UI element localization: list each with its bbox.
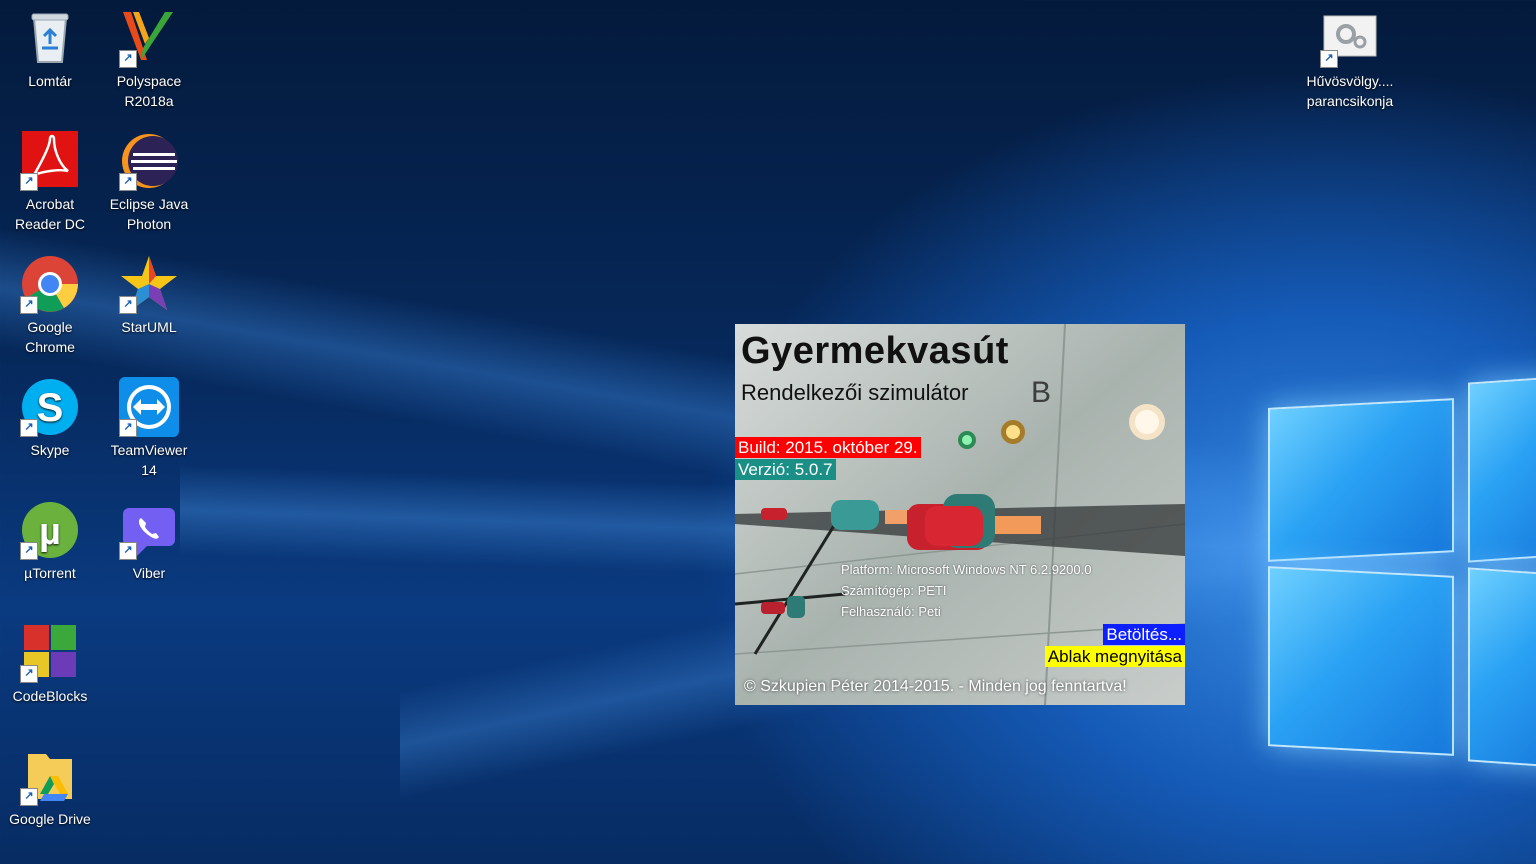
opening-window-status: Ablak megnyitása bbox=[1044, 646, 1185, 667]
chrome-icon: ↗ bbox=[20, 254, 80, 314]
panel-letter: B bbox=[1031, 376, 1052, 409]
app-subtitle: Rendelkezői szimulátor bbox=[741, 380, 969, 405]
windows-logo-pane bbox=[1268, 398, 1454, 562]
desktop-icon-label: Skype bbox=[30, 442, 70, 458]
shortcut-arrow-icon: ↗ bbox=[20, 419, 38, 437]
staruml-icon: ↗ bbox=[119, 254, 179, 314]
windows-logo-wallpaper bbox=[1262, 375, 1536, 769]
desktop-icon-label: CodeBlocks bbox=[12, 688, 88, 704]
viber-icon: ↗ bbox=[119, 500, 179, 560]
codeblocks-icon: ↗ bbox=[20, 623, 80, 683]
shortcut-arrow-icon: ↗ bbox=[119, 296, 137, 314]
shortcut-arrow-icon: ↗ bbox=[20, 542, 38, 560]
version-badge: Verzió: 5.0.7 bbox=[735, 459, 836, 480]
desktop-icon-label: StarUML bbox=[121, 319, 177, 335]
platform-info: Platform: Microsoft Windows NT 6.2.9200.… bbox=[841, 562, 1092, 577]
windows-logo-pane bbox=[1468, 567, 1536, 769]
desktop-icon-label: Hűvösvölgy.... parancsikonja bbox=[1306, 73, 1394, 109]
windows-logo-pane bbox=[1268, 566, 1454, 756]
shortcut-arrow-icon: ↗ bbox=[1320, 50, 1338, 68]
desktop-icon-utorrent[interactable]: µ ↗ µTorrent bbox=[2, 500, 98, 583]
settings-shortcut-icon: ↗ bbox=[1320, 8, 1380, 68]
desktop-icon-teamviewer[interactable]: ↗ TeamViewer 14 bbox=[101, 377, 197, 480]
desktop-icon-staruml[interactable]: ↗ StarUML bbox=[101, 254, 197, 337]
desktop-icon-label: Polyspace R2018a bbox=[116, 73, 182, 109]
svg-text:µ: µ bbox=[39, 511, 61, 553]
desktop-icon-viber[interactable]: ↗ Viber bbox=[101, 500, 197, 583]
user-info: Felhasználó: Peti bbox=[841, 604, 941, 619]
windows-logo-pane bbox=[1468, 375, 1536, 563]
desktop-icon-settings-shortcut[interactable]: ↗ Hűvösvölgy.... parancsikonja bbox=[1302, 8, 1398, 111]
desktop-icon-label: Google Drive bbox=[9, 811, 91, 827]
svg-text:S: S bbox=[37, 386, 64, 430]
desktop-icon-label: Eclipse Java Photon bbox=[109, 196, 189, 232]
teamviewer-icon: ↗ bbox=[119, 377, 179, 437]
copyright-text: © Szkupien Péter 2014-2015. - Minden jog… bbox=[744, 678, 1127, 695]
desktop-icon-google-drive[interactable]: ↗ Google Drive bbox=[2, 746, 98, 829]
recycle-bin-icon bbox=[20, 8, 80, 68]
shortcut-arrow-icon: ↗ bbox=[119, 173, 137, 191]
desktop-icon-label: TeamViewer 14 bbox=[110, 442, 188, 478]
desktop-icon-label: Acrobat Reader DC bbox=[14, 196, 86, 232]
desktop-icon-label: Google Chrome bbox=[25, 319, 75, 355]
shortcut-arrow-icon: ↗ bbox=[119, 419, 137, 437]
polyspace-icon: ↗ bbox=[119, 8, 179, 68]
desktop-icon-chrome[interactable]: ↗ Google Chrome bbox=[2, 254, 98, 357]
loading-status: Betöltés... bbox=[1103, 624, 1185, 645]
desktop-icon-recycle-bin[interactable]: Lomtár bbox=[2, 8, 98, 91]
shortcut-arrow-icon: ↗ bbox=[20, 296, 38, 314]
acrobat-icon: ↗ bbox=[20, 131, 80, 191]
google-drive-icon: ↗ bbox=[20, 746, 80, 806]
desktop-icon-skype[interactable]: S ↗ Skype bbox=[2, 377, 98, 460]
skype-icon: S ↗ bbox=[20, 377, 80, 437]
utorrent-icon: µ ↗ bbox=[20, 500, 80, 560]
desktop-icon-label: Viber bbox=[132, 565, 166, 581]
desktop-icon-label: µTorrent bbox=[24, 565, 76, 581]
eclipse-icon: ↗ bbox=[119, 131, 179, 191]
computer-info: Számítógép: PETI bbox=[841, 583, 947, 598]
desktop-icon-polyspace[interactable]: ↗ Polyspace R2018a bbox=[101, 8, 197, 111]
app-title: Gyermekvasút bbox=[741, 330, 1009, 372]
splash-screen[interactable]: B Gyermekvasút Rendelkezői szimulátor Bu… bbox=[735, 324, 1185, 705]
shortcut-arrow-icon: ↗ bbox=[20, 788, 38, 806]
desktop-icon-label: Lomtár bbox=[28, 73, 72, 89]
shortcut-arrow-icon: ↗ bbox=[119, 542, 137, 560]
build-badge: Build: 2015. október 29. bbox=[735, 437, 921, 458]
desktop-icon-acrobat[interactable]: ↗ Acrobat Reader DC bbox=[2, 131, 98, 234]
desktop-icon-eclipse[interactable]: ↗ Eclipse Java Photon bbox=[101, 131, 197, 234]
shortcut-arrow-icon: ↗ bbox=[20, 665, 38, 683]
desktop-icon-codeblocks[interactable]: ↗ CodeBlocks bbox=[2, 623, 98, 706]
shortcut-arrow-icon: ↗ bbox=[20, 173, 38, 191]
shortcut-arrow-icon: ↗ bbox=[119, 50, 137, 68]
